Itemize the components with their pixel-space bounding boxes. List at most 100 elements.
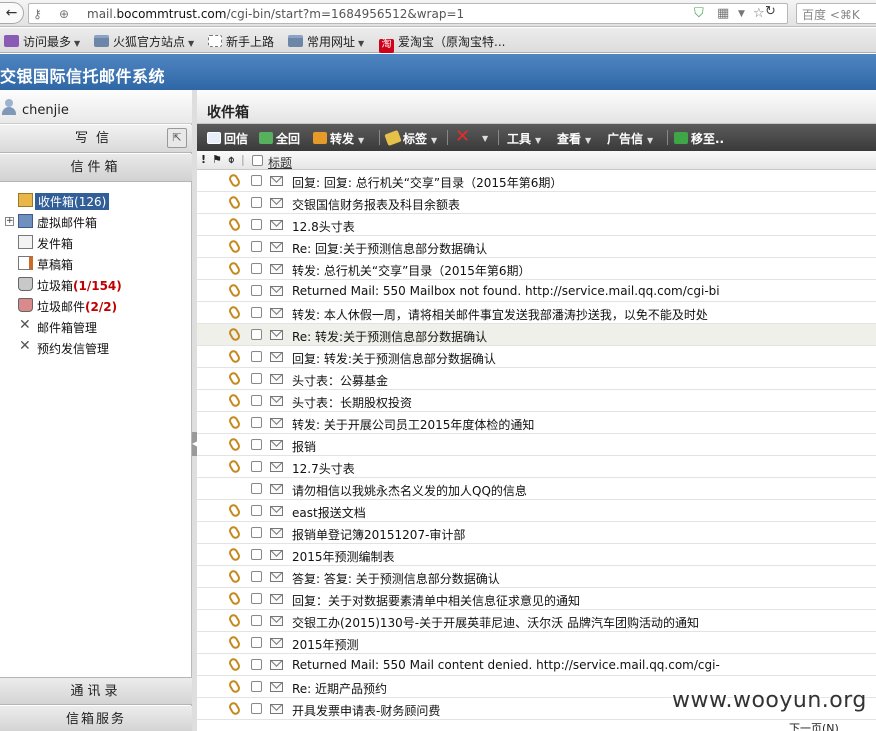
shield-icon[interactable]: ⛉ [694,6,704,21]
table-row[interactable]: 头寸表：长期股权投资 [197,390,876,412]
row-checkbox[interactable] [251,263,262,274]
message-subject[interactable]: Returned Mail: 550 Mail content denied. … [292,658,720,672]
message-subject[interactable]: 开具发票申请表-财务顾问费 [292,702,440,719]
row-checkbox[interactable] [251,637,262,648]
table-row[interactable]: 回复: 转发:关于预测信息部分数据确认 [197,346,876,368]
reply-all-button[interactable]: 全回 [259,130,300,147]
message-subject[interactable]: 交银工办(2015)130号-关于开展英菲尼迪、沃尔沃 品牌汽车团购活动的通知 [292,614,699,631]
message-subject[interactable]: 转发: 本人休假一周，请将相关邮件事宜发送我部潘涛抄送我，以免不能及时处 [292,306,708,323]
back-arrow-icon[interactable]: ← [0,2,24,24]
message-subject[interactable]: Returned Mail: 550 Mailbox not found. ht… [292,284,720,298]
table-row[interactable]: 2015年预测编制表 [197,544,876,566]
bookmark-common-sites[interactable]: 常用网址 ▼ [288,33,364,50]
table-row[interactable]: 转发: 总行机关“交享”目录（2015年第6期） [197,258,876,280]
message-subject[interactable]: 头寸表：长期股权投资 [292,394,412,411]
expand-icon[interactable]: + [5,217,14,226]
tools-button[interactable]: 工具 ▼ [507,130,541,147]
message-subject[interactable]: east报送文档 [292,504,366,521]
delete-menu-arrow[interactable]: ▼ [478,130,488,144]
message-subject[interactable]: 回复: 转发:关于预测信息部分数据确认 [292,350,496,367]
table-row[interactable]: 交银工办(2015)130号-关于开展英菲尼迪、沃尔沃 品牌汽车团购活动的通知 [197,610,876,632]
row-checkbox[interactable] [251,615,262,626]
next-page-link[interactable]: 下一页(N) [789,720,839,731]
bookmark-firefox-site[interactable]: 火狐官方站点 ▼ [94,33,194,50]
message-subject[interactable]: 回复: 回复: 总行机关“交享”目录（2015年第6期） [292,174,562,191]
folder-trash[interactable]: 垃圾箱(1/154) [0,274,190,295]
table-row[interactable]: 头寸表：公募基金 [197,368,876,390]
message-subject[interactable]: 12.7头寸表 [292,460,355,477]
contacts-button[interactable]: 通讯录 [0,677,192,705]
message-subject[interactable]: 转发: 总行机关“交享”目录（2015年第6期） [292,262,530,279]
dropdown-icon[interactable]: ▼ [738,9,745,19]
priority-column-icon[interactable]: ! [201,153,206,166]
table-row[interactable]: 转发: 本人休假一周，请将相关邮件事宜发送我部潘涛抄送我，以免不能及时处 [197,302,876,324]
row-checkbox[interactable] [251,395,262,406]
move-to-button[interactable]: 移至.. [674,130,724,147]
folder-inbox[interactable]: 收件箱(126) [0,190,190,211]
table-row[interactable]: 2015年预测 [197,632,876,654]
row-checkbox[interactable] [251,329,262,340]
message-subject[interactable]: 头寸表：公募基金 [292,372,388,389]
bookmark-getting-started[interactable]: 新手上路 [208,33,274,50]
forward-button[interactable]: 转发 ▼ [313,130,364,147]
message-subject[interactable]: 交银国信财务报表及科目余额表 [292,196,460,213]
reload-icon[interactable]: ↻ [765,4,776,19]
table-row[interactable]: 报销 [197,434,876,456]
message-subject[interactable]: 请勿相信以我姚永杰名义发的加人QQ的信息 [292,482,527,499]
row-checkbox[interactable] [251,659,262,670]
table-row[interactable]: 答复: 答复: 关于预测信息部分数据确认 [197,566,876,588]
reply-button[interactable]: 回信 [207,130,248,147]
table-row[interactable]: 回复：关于对数据要素清单中相关信息征求意见的通知 [197,588,876,610]
message-subject[interactable]: Re: 近期产品预约 [292,680,387,697]
row-checkbox[interactable] [251,285,262,296]
message-subject[interactable]: 12.8头寸表 [292,218,355,235]
popout-icon[interactable]: ⇱ [167,128,187,148]
row-checkbox[interactable] [251,197,262,208]
table-row[interactable]: 12.7头寸表 [197,456,876,478]
row-checkbox[interactable] [251,549,262,560]
message-subject[interactable]: 2015年预测编制表 [292,548,395,565]
row-checkbox[interactable] [251,241,262,252]
table-row[interactable]: 回复: 回复: 总行机关“交享”目录（2015年第6期） [197,170,876,192]
message-subject[interactable]: Re: 回复:关于预测信息部分数据确认 [292,240,487,257]
delete-icon[interactable]: ✕ [455,126,470,147]
table-row[interactable]: 转发: 关于开展公司员工2015年度体检的通知 [197,412,876,434]
folder-drafts[interactable]: 草稿箱 [0,253,190,274]
message-subject[interactable]: 回复：关于对数据要素清单中相关信息征求意见的通知 [292,592,580,609]
star-icon[interactable]: ☆ [753,6,765,21]
row-checkbox[interactable] [251,483,262,494]
row-checkbox[interactable] [251,527,262,538]
search-input[interactable]: 百度 <⌘K [796,3,876,24]
table-row[interactable]: 报销单登记簿20151207-审计部 [197,522,876,544]
flag-column-icon[interactable]: ⚑ [212,153,222,166]
bookmark-taobao[interactable]: 淘爱淘宝（原淘宝特... [379,33,505,53]
folder-sent[interactable]: 发件箱 [0,232,190,253]
tag-button[interactable]: 标签 ▼ [384,129,437,147]
row-checkbox[interactable] [251,461,262,472]
row-checkbox[interactable] [251,593,262,604]
table-row[interactable]: Returned Mail: 550 Mailbox not found. ht… [197,280,876,302]
row-checkbox[interactable] [251,703,262,714]
row-checkbox[interactable] [251,307,262,318]
table-row[interactable]: Re: 回复:关于预测信息部分数据确认 [197,236,876,258]
row-checkbox[interactable] [251,505,262,516]
folder-scheduled-send[interactable]: 预约发信管理 [0,337,190,358]
folder-virtual-mailbox[interactable]: + 虚拟邮件箱 [0,211,190,232]
message-subject[interactable]: 答复: 答复: 关于预测信息部分数据确认 [292,570,500,587]
table-row[interactable]: 请勿相信以我姚永杰名义发的加人QQ的信息 [197,478,876,500]
message-subject[interactable]: Re: 转发:关于预测信息部分数据确认 [292,328,487,345]
row-checkbox[interactable] [251,571,262,582]
table-row[interactable]: 交银国信财务报表及科目余额表 [197,192,876,214]
view-button[interactable]: 查看 ▼ [557,130,591,147]
row-checkbox[interactable] [251,417,262,428]
compose-button[interactable]: 写信 [0,125,192,153]
mailbox-section-header[interactable]: 信件箱 [0,154,192,182]
subject-column-header[interactable]: 标题 [268,154,292,171]
attachment-column-icon[interactable]: ⌽ [228,153,235,167]
message-subject[interactable]: 报销 [292,438,316,455]
select-all-checkbox[interactable] [252,155,263,166]
bookmark-most-visited[interactable]: 访问最多 ▼ [4,33,80,50]
row-checkbox[interactable] [251,439,262,450]
table-row[interactable]: 12.8头寸表 [197,214,876,236]
table-row[interactable]: Re: 转发:关于预测信息部分数据确认 [197,324,876,346]
